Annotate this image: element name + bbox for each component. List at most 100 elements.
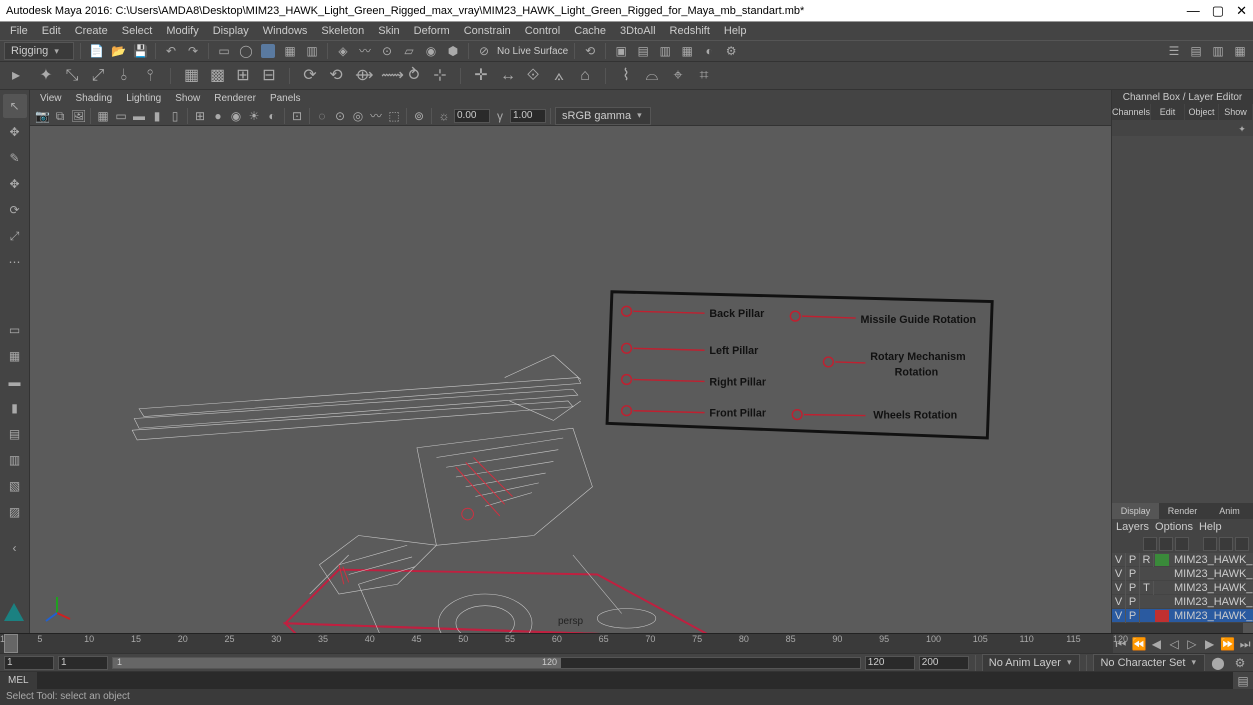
character-set-dropdown[interactable]: No Character Set xyxy=(1093,654,1205,672)
gamma-field[interactable] xyxy=(510,109,546,123)
move-layer-up-icon[interactable] xyxy=(1143,537,1157,551)
timeline-ruler[interactable]: 1510152025303540455055606570758085909510… xyxy=(0,634,1113,653)
shelf-tab-icon[interactable]: ▸ xyxy=(4,64,28,88)
manip-axis-icon[interactable]: ✦ xyxy=(1235,122,1249,136)
vp-grid-icon[interactable]: ▦ xyxy=(95,108,111,124)
step-back-key-icon[interactable]: ⏪ xyxy=(1131,636,1147,652)
menu-cache[interactable]: Cache xyxy=(568,24,612,38)
render-settings-icon[interactable]: ▥ xyxy=(656,42,674,60)
menu-windows[interactable]: Windows xyxy=(257,24,314,38)
two-pane-v-icon[interactable]: ▮ xyxy=(3,396,27,420)
vp-exposure-icon[interactable]: ☼ xyxy=(436,108,452,124)
paint-select-icon[interactable] xyxy=(259,42,277,60)
wire-tool-icon[interactable]: ⌇ xyxy=(614,64,638,88)
range-end-inner[interactable] xyxy=(865,656,915,670)
hypershade-icon[interactable]: ◐ xyxy=(700,42,718,60)
select-tool-icon[interactable]: ↖ xyxy=(3,94,27,118)
collapse-toolbox-icon[interactable]: ‹ xyxy=(3,536,27,560)
layer-visible-toggle[interactable]: V xyxy=(1112,553,1126,567)
view-menu-show[interactable]: Show xyxy=(169,93,206,104)
make-live-icon[interactable]: ⬢ xyxy=(444,42,462,60)
mode-selector[interactable]: Rigging xyxy=(4,42,74,60)
vp-resolution-gate-icon[interactable]: ▬ xyxy=(131,108,147,124)
layer-playback-toggle[interactable]: P xyxy=(1126,553,1140,567)
ik-handle-icon[interactable]: ⤡ xyxy=(60,64,84,88)
pose-icon[interactable]: ⌖ xyxy=(666,64,690,88)
outliner-layout-icon[interactable]: ▤ xyxy=(3,422,27,446)
options-menu[interactable]: Options xyxy=(1155,521,1193,533)
four-pane-icon[interactable]: ▦ xyxy=(3,344,27,368)
layer-visible-toggle[interactable]: V xyxy=(1112,595,1126,609)
last-tool-icon[interactable]: ⋯ xyxy=(3,250,27,274)
control-icon[interactable]: ⌗ xyxy=(692,64,716,88)
panel-toggle-3-icon[interactable]: ▥ xyxy=(1209,42,1227,60)
view-menu-renderer[interactable]: Renderer xyxy=(208,93,262,104)
minimize-button[interactable]: — xyxy=(1187,3,1200,19)
move-layer-down-icon[interactable] xyxy=(1159,537,1173,551)
layer-type-toggle[interactable]: T xyxy=(1140,581,1154,595)
persp-layout-icon[interactable]: ▥ xyxy=(3,448,27,472)
view-menu-panels[interactable]: Panels xyxy=(264,93,307,104)
range-end-outer[interactable] xyxy=(919,656,969,670)
layer-color-swatch[interactable] xyxy=(1155,568,1169,580)
view-menu-view[interactable]: View xyxy=(34,93,68,104)
viewport[interactable]: Back Pillar Left Pillar Right Pillar Fro… xyxy=(30,126,1111,633)
select-mask2-icon[interactable]: ▥ xyxy=(303,42,321,60)
menu-file[interactable]: File xyxy=(4,24,34,38)
blend-shape-icon[interactable]: ⊹ xyxy=(428,64,452,88)
time-slider[interactable]: 1510152025303540455055606570758085909510… xyxy=(0,633,1253,653)
range-thumb[interactable]: 1 120 xyxy=(113,658,561,668)
play-fwd-icon[interactable]: ▷ xyxy=(1184,636,1200,652)
menu-select[interactable]: Select xyxy=(116,24,159,38)
anim-layer-dropdown[interactable]: No Anim Layer xyxy=(982,654,1081,672)
vp-wireframe-icon[interactable]: ⊞ xyxy=(192,108,208,124)
current-frame-marker[interactable] xyxy=(4,634,18,653)
layer-type-toggle[interactable]: R xyxy=(1140,553,1154,567)
cluster-icon[interactable]: ⟴ xyxy=(350,64,374,88)
vp-isolate-icon[interactable]: ⊡ xyxy=(289,108,305,124)
layer-row[interactable]: VPMIM23_HAWK_Light_G xyxy=(1112,609,1253,623)
hypergraph-layout-icon[interactable]: ▧ xyxy=(3,474,27,498)
object-tab[interactable]: Object xyxy=(1185,104,1219,120)
layer-color-swatch[interactable] xyxy=(1155,582,1169,594)
snap-point-icon[interactable]: ⊙ xyxy=(378,42,396,60)
rigid-bind-icon[interactable]: ▩ xyxy=(205,64,229,88)
menu-create[interactable]: Create xyxy=(69,24,114,38)
quick-rig-icon[interactable]: ⟳ xyxy=(298,64,322,88)
layer-scrollbar[interactable] xyxy=(1243,623,1253,633)
paint-weights-icon[interactable]: ⊟ xyxy=(257,64,281,88)
new-empty-layer-icon[interactable] xyxy=(1203,537,1217,551)
prefs-icon[interactable]: ⚙ xyxy=(1231,654,1249,672)
menu-edit[interactable]: Edit xyxy=(36,24,67,38)
layer-visible-toggle[interactable]: V xyxy=(1112,567,1126,581)
command-input[interactable] xyxy=(37,672,1233,689)
lasso-tool-icon[interactable]: ✥ xyxy=(3,120,27,144)
menu-redshift[interactable]: Redshift xyxy=(664,24,716,38)
vp-shaded-icon[interactable]: ● xyxy=(210,108,226,124)
view-menu-shading[interactable]: Shading xyxy=(70,93,119,104)
constraint-point-icon[interactable]: ✛ xyxy=(469,64,493,88)
open-scene-icon[interactable]: 📂 xyxy=(109,42,127,60)
vp-lights-icon[interactable]: ☀ xyxy=(246,108,262,124)
custom-layout-icon[interactable]: ▨ xyxy=(3,500,27,524)
vp-safe-action-icon[interactable]: ▯ xyxy=(167,108,183,124)
edit-tab[interactable]: Edit xyxy=(1151,104,1185,120)
menu-modify[interactable]: Modify xyxy=(160,24,204,38)
human-ik-icon[interactable]: ⟲ xyxy=(324,64,348,88)
range-start-inner[interactable] xyxy=(58,656,108,670)
vp-ao-icon[interactable]: ◎ xyxy=(350,108,366,124)
save-scene-icon[interactable]: 💾 xyxy=(131,42,149,60)
vp-film-gate-icon[interactable]: ▭ xyxy=(113,108,129,124)
move-tool-icon[interactable]: ✥ xyxy=(3,172,27,196)
ik-spline-icon[interactable]: ⤢ xyxy=(86,64,110,88)
vp-gate-mask-icon[interactable]: ▮ xyxy=(149,108,165,124)
render-tab[interactable]: Render xyxy=(1159,503,1206,519)
new-scene-icon[interactable]: 📄 xyxy=(87,42,105,60)
vp-select-camera-icon[interactable]: 📷 xyxy=(34,108,50,124)
step-fwd-key-icon[interactable]: ⏩ xyxy=(1220,636,1236,652)
new-layer-selected-icon[interactable] xyxy=(1219,537,1233,551)
joint-tool-icon[interactable]: ✦ xyxy=(34,64,58,88)
undo-icon[interactable]: ↶ xyxy=(162,42,180,60)
vp-shadows-icon[interactable]: ◐ xyxy=(264,108,280,124)
snap-live-icon[interactable]: ◉ xyxy=(422,42,440,60)
